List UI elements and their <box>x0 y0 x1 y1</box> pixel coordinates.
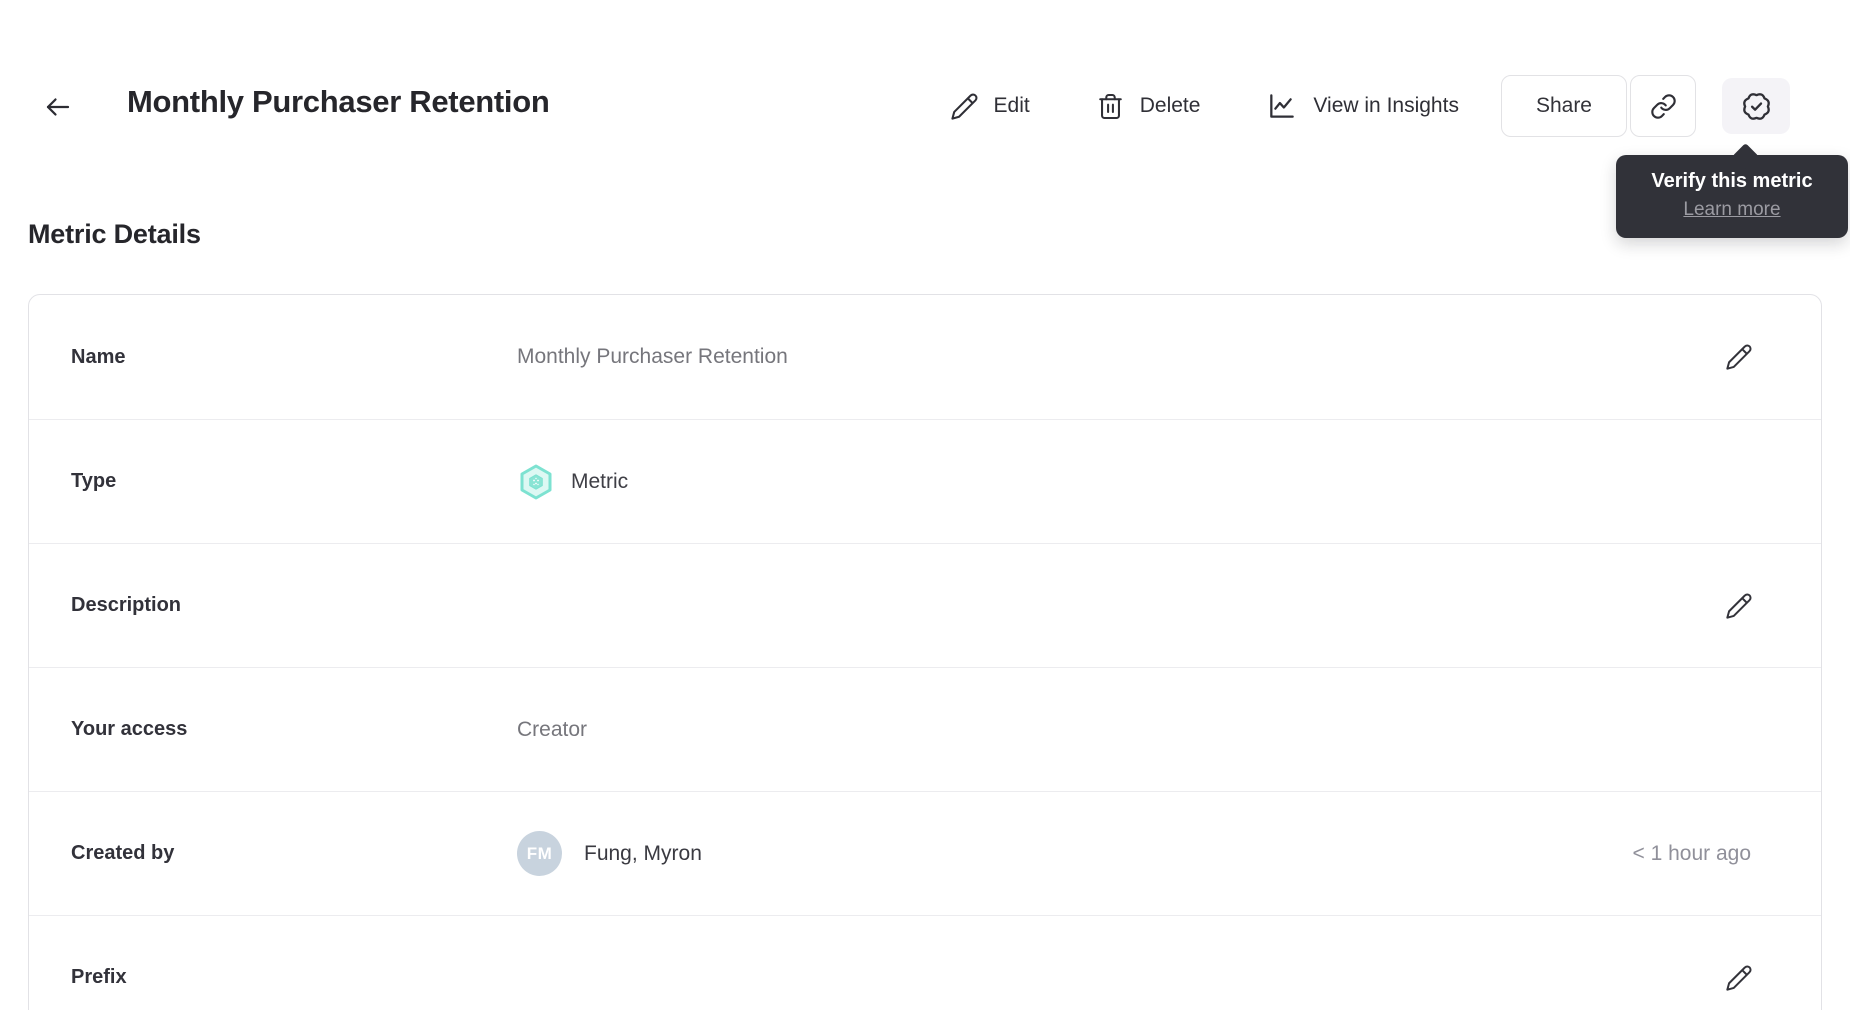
row-created-by: Created by FM Fung, Myron < 1 hour ago <box>29 791 1821 915</box>
row-your-access: Your access Creator <box>29 667 1821 791</box>
pencil-icon <box>1725 343 1753 371</box>
row-description: Description <box>29 543 1821 667</box>
row-prefix: Prefix <box>29 915 1821 1010</box>
share-button-group: Share <box>1500 75 1696 137</box>
edit-prefix-button[interactable] <box>1719 958 1759 998</box>
view-in-insights-button[interactable]: View in Insights <box>1266 90 1459 122</box>
edit-description-button[interactable] <box>1719 586 1759 626</box>
row-created-by-value: FM Fung, Myron <box>517 831 1632 876</box>
row-created-by-label: Created by <box>71 842 175 864</box>
edit-button-label: Edit <box>993 94 1030 117</box>
copy-link-button[interactable] <box>1630 75 1696 137</box>
section-heading: Metric Details <box>28 219 201 249</box>
row-type-label: Type <box>71 470 117 492</box>
pencil-icon <box>1725 592 1753 620</box>
delete-button-label: Delete <box>1139 94 1201 117</box>
main-content: Metric Details Name Monthly Purchaser Re… <box>0 219 1850 1010</box>
metric-details-card: Name Monthly Purchaser Retention Type Me… <box>28 294 1822 1010</box>
delete-button[interactable]: Delete <box>1096 92 1201 121</box>
link-icon <box>1650 93 1677 120</box>
creator-name: Fung, Myron <box>584 841 702 865</box>
verify-tooltip: Verify this metric Learn more <box>1616 143 1848 238</box>
edit-name-button[interactable] <box>1719 337 1759 377</box>
trash-icon <box>1096 92 1125 121</box>
metric-hexagon-icon <box>517 463 555 501</box>
row-prefix-label: Prefix <box>71 966 127 988</box>
view-in-insights-label: View in Insights <box>1313 94 1459 117</box>
verify-metric-button[interactable] <box>1722 78 1790 134</box>
header: Monthly Purchaser Retention Edit Delete … <box>0 0 1850 183</box>
verify-badge-icon <box>1741 91 1772 122</box>
page-title: Monthly Purchaser Retention <box>127 84 550 119</box>
tooltip-title: Verify this metric <box>1651 170 1813 192</box>
row-your-access-label: Your access <box>71 718 188 740</box>
avatar: FM <box>517 831 562 876</box>
row-name-label: Name <box>71 345 126 368</box>
line-chart-icon <box>1266 90 1298 122</box>
edit-button[interactable]: Edit <box>950 92 1030 121</box>
row-type-value: Metric <box>517 463 1719 501</box>
header-actions: Edit Delete View in Insights Share <box>950 75 1790 137</box>
row-description-label: Description <box>71 594 182 616</box>
share-button-label: Share <box>1535 94 1592 117</box>
learn-more-link[interactable]: Learn more <box>1683 199 1780 221</box>
share-button[interactable]: Share <box>1500 75 1627 137</box>
row-name-value: Monthly Purchaser Retention <box>517 345 788 368</box>
row-name: Name Monthly Purchaser Retention <box>29 295 1821 419</box>
back-button[interactable] <box>38 90 78 124</box>
arrow-left-icon <box>43 92 73 122</box>
type-label: Metric <box>571 469 629 493</box>
row-your-access-value: Creator <box>517 717 588 741</box>
created-time: < 1 hour ago <box>1632 841 1751 865</box>
row-type: Type Metric <box>29 419 1821 543</box>
pencil-icon <box>950 92 979 121</box>
pencil-icon <box>1725 964 1753 992</box>
